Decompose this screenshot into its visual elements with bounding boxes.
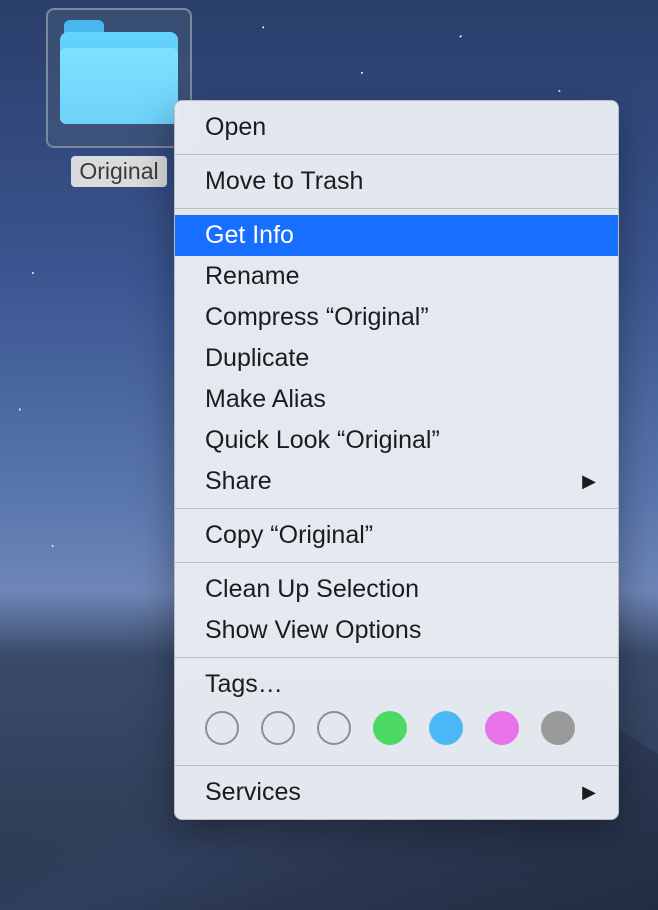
menu-item-label: Quick Look “Original” (205, 426, 440, 455)
tag-color-gray[interactable] (541, 711, 575, 745)
menu-item-label: Get Info (205, 221, 294, 250)
folder-label[interactable]: Original (71, 156, 166, 187)
menu-item-duplicate[interactable]: Duplicate (175, 338, 618, 379)
menu-item-label: Share (205, 467, 272, 496)
context-menu: Open Move to Trash Get Info Rename Compr… (174, 100, 619, 820)
menu-item-label: Rename (205, 262, 300, 291)
menu-item-label: Make Alias (205, 385, 326, 414)
menu-item-quick-look[interactable]: Quick Look “Original” (175, 420, 618, 461)
menu-item-label: Open (205, 113, 266, 142)
menu-separator (175, 508, 618, 509)
menu-item-label: Clean Up Selection (205, 575, 419, 604)
menu-item-get-info[interactable]: Get Info (175, 215, 618, 256)
menu-separator (175, 154, 618, 155)
tags-color-row (175, 705, 618, 759)
menu-separator (175, 208, 618, 209)
menu-separator (175, 765, 618, 766)
menu-item-copy[interactable]: Copy “Original” (175, 515, 618, 556)
folder-icon (60, 32, 178, 124)
menu-item-label: Move to Trash (205, 167, 363, 196)
menu-item-services[interactable]: Services ▶ (175, 772, 618, 813)
menu-item-move-to-trash[interactable]: Move to Trash (175, 161, 618, 202)
menu-item-tags[interactable]: Tags… (175, 664, 618, 705)
tag-color-blue[interactable] (429, 711, 463, 745)
menu-item-rename[interactable]: Rename (175, 256, 618, 297)
menu-item-make-alias[interactable]: Make Alias (175, 379, 618, 420)
menu-item-label: Compress “Original” (205, 303, 429, 332)
menu-item-label: Duplicate (205, 344, 309, 373)
tag-color-none-3[interactable] (317, 711, 351, 745)
menu-item-label: Copy “Original” (205, 521, 373, 550)
submenu-arrow-icon: ▶ (582, 782, 596, 803)
menu-item-compress[interactable]: Compress “Original” (175, 297, 618, 338)
tag-color-none-2[interactable] (261, 711, 295, 745)
menu-item-open[interactable]: Open (175, 107, 618, 148)
menu-item-label: Show View Options (205, 616, 421, 645)
folder-selection-highlight (46, 8, 192, 148)
tag-color-green[interactable] (373, 711, 407, 745)
tag-color-pink[interactable] (485, 711, 519, 745)
submenu-arrow-icon: ▶ (582, 471, 596, 492)
menu-separator (175, 562, 618, 563)
menu-item-clean-up-selection[interactable]: Clean Up Selection (175, 569, 618, 610)
desktop-folder-original[interactable]: Original (46, 8, 192, 187)
menu-item-share[interactable]: Share ▶ (175, 461, 618, 502)
menu-item-show-view-options[interactable]: Show View Options (175, 610, 618, 651)
tag-color-none-1[interactable] (205, 711, 239, 745)
menu-separator (175, 657, 618, 658)
menu-item-label: Tags… (205, 670, 283, 699)
menu-item-label: Services (205, 778, 301, 807)
